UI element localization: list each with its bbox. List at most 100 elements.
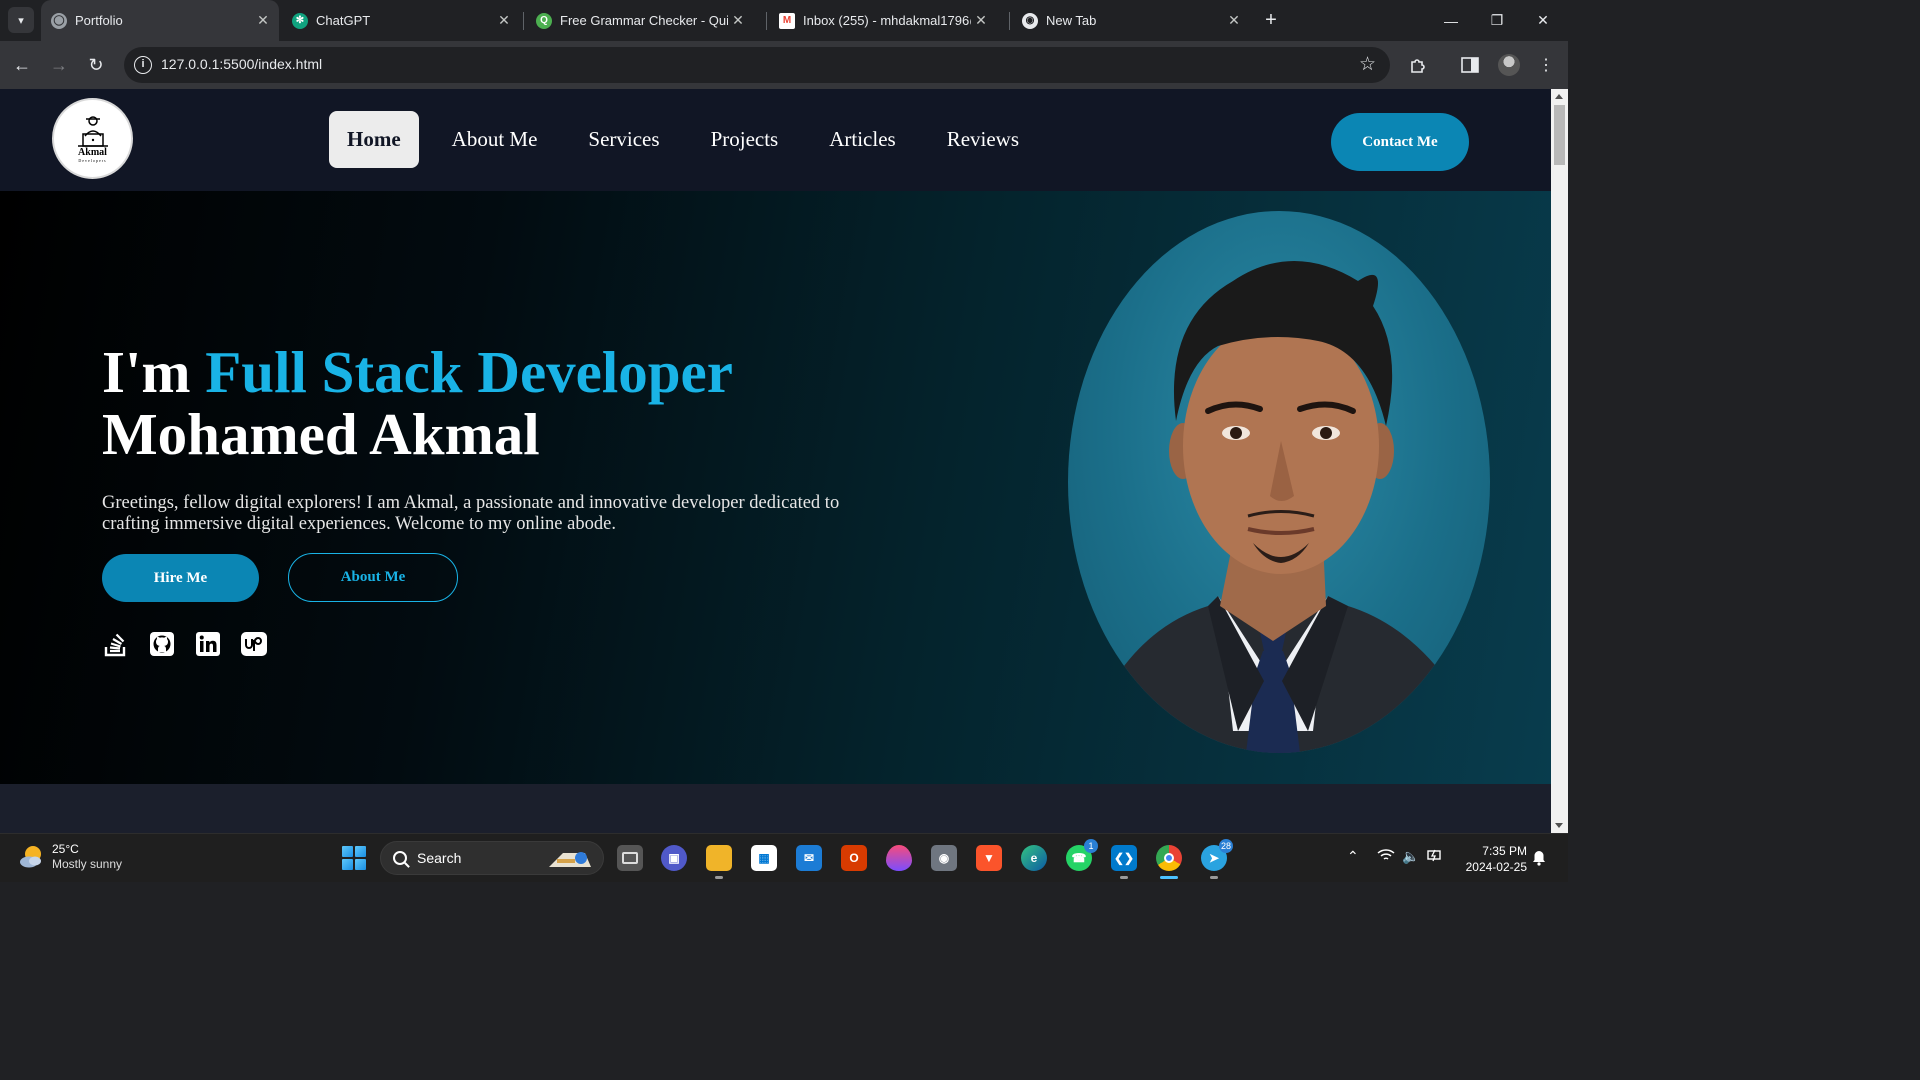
nav-home[interactable]: Home — [329, 111, 419, 168]
clock-time: 7:35 PM — [1482, 844, 1527, 858]
address-bar[interactable]: i 127.0.0.1:5500/index.html ☆ — [124, 47, 1390, 83]
stackoverflow-icon[interactable] — [102, 630, 130, 658]
edge-browser-icon[interactable]: e — [1021, 845, 1047, 871]
taskbar-search[interactable]: Search — [380, 841, 604, 875]
close-window-icon[interactable]: ✕ — [1520, 0, 1566, 41]
teams-chat-icon[interactable]: ▣ — [661, 845, 687, 871]
profile-portrait — [1068, 211, 1490, 753]
tab-search-button[interactable]: ▾ — [8, 7, 34, 33]
tab-new-tab[interactable]: ◉ New Tab ✕ — [1012, 0, 1250, 41]
browser-toolbar: ← → ↻ i 127.0.0.1:5500/index.html ☆ ⋮ — [0, 41, 1568, 89]
url-text[interactable]: 127.0.0.1:5500/index.html — [161, 56, 322, 72]
nav-about-me[interactable]: About Me — [434, 111, 556, 168]
tab-separator — [523, 12, 524, 30]
windows-start-icon[interactable] — [342, 846, 366, 870]
tab-separator — [766, 12, 767, 30]
volume-icon[interactable]: 🔈 — [1402, 848, 1419, 865]
reload-icon[interactable]: ↻ — [82, 51, 110, 79]
tab-separator — [1009, 12, 1010, 30]
side-panel-icon[interactable] — [1458, 53, 1482, 77]
page-scrollbar[interactable] — [1551, 89, 1568, 833]
scroll-up-icon[interactable] — [1555, 94, 1563, 99]
site-logo[interactable]: Akmal Developers — [52, 98, 133, 179]
upwork-icon[interactable] — [240, 630, 268, 658]
profile-avatar[interactable] — [1497, 53, 1521, 77]
gmail-icon: M — [779, 12, 795, 29]
close-tab-icon[interactable]: ✕ — [494, 12, 514, 29]
nav-services[interactable]: Services — [570, 111, 677, 168]
scrollbar-thumb[interactable] — [1554, 105, 1565, 165]
telegram-badge: 28 — [1219, 839, 1233, 853]
next-section — [0, 784, 1551, 833]
paint-drop-icon[interactable] — [886, 845, 912, 871]
weather-temp: 25°C — [52, 842, 79, 856]
site-header: Akmal Developers Home About Me Services … — [0, 89, 1551, 191]
close-tab-icon[interactable]: ✕ — [728, 12, 748, 29]
close-tab-icon[interactable]: ✕ — [253, 12, 273, 29]
forward-icon[interactable]: → — [45, 51, 73, 79]
person-photo — [1088, 261, 1478, 753]
bookmark-star-icon[interactable]: ☆ — [1359, 53, 1376, 76]
github-icon[interactable] — [148, 630, 176, 658]
weather-widget[interactable]: 25°C Mostly sunny — [18, 842, 122, 872]
new-tab-button[interactable]: + — [1260, 8, 1282, 32]
task-view-icon[interactable] — [617, 845, 643, 871]
headline-prefix: I'm — [102, 339, 206, 405]
telegram-icon[interactable]: ➤ 28 — [1201, 839, 1233, 879]
hero-section: I'm Full Stack Developer Mohamed Akmal G… — [0, 191, 1551, 784]
show-hidden-icons-icon[interactable]: ⌃ — [1347, 848, 1359, 865]
tab-quillbot[interactable]: Q Free Grammar Checker - QuillBot ✕ — [526, 0, 764, 41]
page-viewport: Akmal Developers Home About Me Services … — [0, 89, 1551, 833]
restore-icon[interactable]: ❐ — [1474, 0, 1520, 41]
quillbot-icon: Q — [536, 12, 552, 29]
more-menu-icon[interactable]: ⋮ — [1534, 53, 1558, 77]
tab-portfolio[interactable]: ◯ Portfolio ✕ — [41, 0, 279, 41]
headline-role: Full Stack Developer — [205, 339, 733, 405]
nav-reviews[interactable]: Reviews — [929, 111, 1037, 168]
notification-bell-icon[interactable] — [1532, 850, 1546, 866]
search-label: Search — [417, 850, 462, 866]
brave-browser-icon[interactable]: ▼ — [976, 845, 1002, 871]
system-clock[interactable]: 7:35 PM 2024-02-25 — [1453, 843, 1527, 875]
globe-icon: ◯ — [51, 12, 67, 29]
wifi-icon[interactable] — [1377, 848, 1395, 865]
tab-title: New Tab — [1046, 13, 1097, 28]
browser-tabstrip: ▾ ◯ Portfolio ✕ ✻ ChatGPT ✕ Q Free Gramm… — [0, 0, 1568, 41]
clock-date: 2024-02-25 — [1465, 860, 1527, 874]
about-me-button[interactable]: About Me — [288, 553, 458, 602]
contact-me-button[interactable]: Contact Me — [1331, 113, 1469, 171]
hero-intro: Greetings, fellow digital explorers! I a… — [102, 493, 840, 534]
camera-icon[interactable]: ◉ — [931, 845, 957, 871]
site-info-icon[interactable]: i — [134, 56, 152, 74]
minimize-icon[interactable]: — — [1428, 0, 1474, 41]
microsoft-store-icon[interactable]: ▦ — [751, 845, 777, 871]
developer-logo-icon — [77, 116, 108, 147]
tab-chatgpt[interactable]: ✻ ChatGPT ✕ — [282, 0, 520, 41]
nav-articles[interactable]: Articles — [811, 111, 913, 168]
search-icon — [393, 851, 407, 865]
file-explorer-icon[interactable] — [706, 845, 732, 879]
partly-sunny-icon — [18, 843, 46, 871]
back-icon[interactable]: ← — [8, 51, 36, 79]
office-icon[interactable]: O — [841, 845, 867, 871]
weather-condition: Mostly sunny — [52, 857, 123, 871]
mail-icon[interactable]: ✉ — [796, 845, 822, 871]
whatsapp-badge: 1 — [1084, 839, 1098, 853]
nav-projects[interactable]: Projects — [693, 111, 797, 168]
logo-text: Akmal — [78, 147, 107, 158]
hire-me-button[interactable]: Hire Me — [102, 554, 259, 602]
tab-gmail[interactable]: M Inbox (255) - mhdakmal1796@gmail.com ✕ — [769, 0, 1007, 41]
close-tab-icon[interactable]: ✕ — [971, 12, 991, 29]
hero-headline: I'm Full Stack Developer Mohamed Akmal — [102, 341, 733, 465]
extensions-icon[interactable] — [1406, 53, 1430, 77]
headline-name: Mohamed Akmal — [102, 401, 540, 467]
vscode-icon[interactable]: ❮❯ — [1111, 845, 1137, 879]
chrome-taskbar-icon[interactable] — [1156, 845, 1182, 879]
scroll-down-icon[interactable] — [1555, 823, 1563, 828]
logo-subtext: Developers — [78, 158, 107, 163]
battery-icon[interactable] — [1426, 848, 1444, 865]
tab-title: Free Grammar Checker - QuillBot — [560, 13, 728, 28]
close-tab-icon[interactable]: ✕ — [1224, 12, 1244, 29]
linkedin-icon[interactable] — [194, 630, 222, 658]
whatsapp-icon[interactable]: ☎ 1 — [1066, 839, 1098, 871]
